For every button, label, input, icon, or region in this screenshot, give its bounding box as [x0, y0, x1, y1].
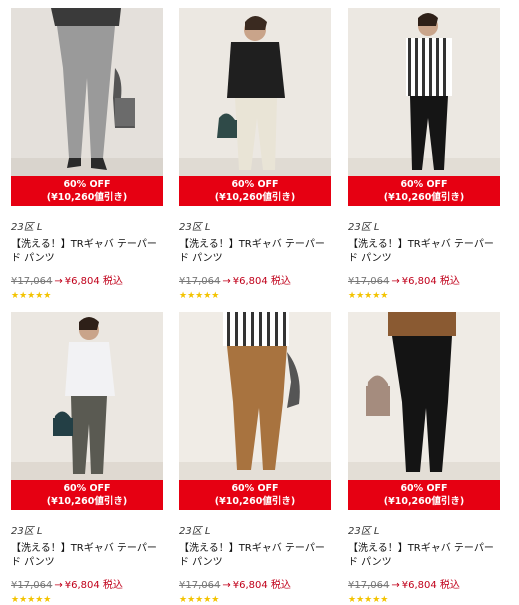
- brand-name: 23区 L: [348, 526, 380, 537]
- discount-amount: (¥10,260値引き): [383, 496, 465, 507]
- sale-percent: 60% OFF: [400, 483, 448, 494]
- product-card[interactable]: 60% OFF (¥10,260値引き) 23区 L 【洗える！】TRギャバ テ…: [179, 312, 331, 605]
- product-grid: 60% OFF (¥10,260値引き) 23区 L 【洗える！】TRギャバ テ…: [0, 0, 519, 605]
- brand-name: 23区 L: [348, 222, 380, 233]
- discount-amount: (¥10,260値引き): [383, 192, 465, 203]
- product-card[interactable]: 60% OFF (¥10,260値引き) 23区 L 【洗える！】TRギャバ テ…: [11, 312, 163, 605]
- product-photo[interactable]: 60% OFF (¥10,260値引き): [348, 8, 500, 206]
- product-card[interactable]: 60% OFF (¥10,260値引き) 23区 L 【洗える！】TRギャバ テ…: [11, 8, 163, 301]
- product-photo[interactable]: 60% OFF (¥10,260値引き): [11, 8, 163, 206]
- discount-amount: (¥10,260値引き): [46, 496, 128, 507]
- rating-stars: ★★★★★: [348, 595, 389, 605]
- brand-name: 23区 L: [11, 526, 43, 537]
- sale-price: ¥6,804 税込: [401, 276, 460, 287]
- old-price: ¥17,064: [11, 276, 53, 287]
- sale-badge: 60% OFF (¥10,260値引き): [11, 480, 163, 510]
- discount-amount: (¥10,260値引き): [46, 192, 128, 203]
- old-price: ¥17,064: [179, 276, 221, 287]
- arrow-icon: →: [391, 276, 400, 287]
- discount-amount: (¥10,260値引き): [214, 192, 296, 203]
- product-title[interactable]: 【洗える！】TRギャバ テーパード パンツ: [179, 238, 331, 266]
- product-photo[interactable]: 60% OFF (¥10,260値引き): [348, 312, 500, 510]
- price-row: ¥17,064 → ¥6,804 税込: [11, 576, 163, 591]
- brand-name: 23区 L: [179, 222, 211, 233]
- sale-badge: 60% OFF (¥10,260値引き): [11, 176, 163, 206]
- sale-percent: 60% OFF: [231, 483, 279, 494]
- old-price: ¥17,064: [11, 580, 53, 591]
- rating-stars: ★★★★★: [179, 291, 220, 301]
- sale-percent: 60% OFF: [400, 179, 448, 190]
- price-row: ¥17,064 → ¥6,804 税込: [348, 272, 500, 287]
- rating-stars: ★★★★★: [11, 595, 52, 605]
- sale-badge: 60% OFF (¥10,260値引き): [179, 480, 331, 510]
- sale-price: ¥6,804 税込: [64, 276, 123, 287]
- product-photo[interactable]: 60% OFF (¥10,260値引き): [11, 312, 163, 510]
- brand-name: 23区 L: [179, 526, 211, 537]
- product-card[interactable]: 60% OFF (¥10,260値引き) 23区 L 【洗える！】TRギャバ テ…: [348, 312, 500, 605]
- price-row: ¥17,064 → ¥6,804 税込: [179, 576, 331, 591]
- product-title[interactable]: 【洗える！】TRギャバ テーパード パンツ: [348, 542, 500, 570]
- product-title[interactable]: 【洗える！】TRギャバ テーパード パンツ: [11, 542, 163, 570]
- sale-badge: 60% OFF (¥10,260値引き): [179, 176, 331, 206]
- product-title[interactable]: 【洗える！】TRギャバ テーパード パンツ: [348, 238, 500, 266]
- price-row: ¥17,064 → ¥6,804 税込: [348, 576, 500, 591]
- sale-price: ¥6,804 税込: [401, 580, 460, 591]
- sale-price: ¥6,804 税込: [232, 580, 291, 591]
- rating-stars: ★★★★★: [11, 291, 52, 301]
- product-card[interactable]: 60% OFF (¥10,260値引き) 23区 L 【洗える！】TRギャバ テ…: [179, 8, 331, 301]
- arrow-icon: →: [222, 580, 231, 591]
- sale-percent: 60% OFF: [63, 179, 111, 190]
- price-row: ¥17,064 → ¥6,804 税込: [11, 272, 163, 287]
- old-price: ¥17,064: [348, 580, 390, 591]
- product-card[interactable]: 60% OFF (¥10,260値引き) 23区 L 【洗える！】TRギャバ テ…: [348, 8, 500, 301]
- sale-percent: 60% OFF: [231, 179, 279, 190]
- rating-stars: ★★★★★: [348, 291, 389, 301]
- old-price: ¥17,064: [348, 276, 390, 287]
- sale-badge: 60% OFF (¥10,260値引き): [348, 480, 500, 510]
- sale-price: ¥6,804 税込: [232, 276, 291, 287]
- arrow-icon: →: [54, 580, 63, 591]
- brand-name: 23区 L: [11, 222, 43, 233]
- sale-badge: 60% OFF (¥10,260値引き): [348, 176, 500, 206]
- sale-price: ¥6,804 税込: [64, 580, 123, 591]
- product-title[interactable]: 【洗える！】TRギャバ テーパード パンツ: [179, 542, 331, 570]
- product-photo[interactable]: 60% OFF (¥10,260値引き): [179, 312, 331, 510]
- arrow-icon: →: [54, 276, 63, 287]
- discount-amount: (¥10,260値引き): [214, 496, 296, 507]
- product-title[interactable]: 【洗える！】TRギャバ テーパード パンツ: [11, 238, 163, 266]
- price-row: ¥17,064 → ¥6,804 税込: [179, 272, 331, 287]
- sale-percent: 60% OFF: [63, 483, 111, 494]
- old-price: ¥17,064: [179, 580, 221, 591]
- rating-stars: ★★★★★: [179, 595, 220, 605]
- arrow-icon: →: [222, 276, 231, 287]
- arrow-icon: →: [391, 580, 400, 591]
- product-photo[interactable]: 60% OFF (¥10,260値引き): [179, 8, 331, 206]
